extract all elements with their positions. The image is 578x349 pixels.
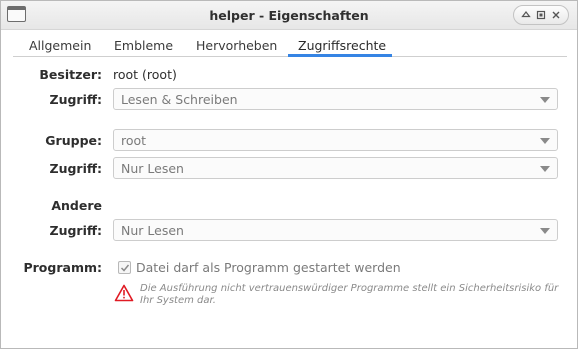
close-icon[interactable]	[549, 8, 563, 22]
chevron-down-icon	[540, 166, 550, 172]
program-checkbox[interactable]	[118, 261, 131, 274]
chevron-down-icon	[540, 97, 550, 103]
chevron-down-icon	[540, 228, 550, 234]
owner-access-label: Zugriff:	[49, 92, 102, 107]
warning-icon	[114, 284, 134, 302]
others-access-label: Zugriff:	[49, 223, 102, 238]
tab-bar: Allgemein Embleme Hervorheben Zugriffsre…	[13, 36, 567, 57]
check-icon	[120, 264, 130, 272]
others-access-value: Nur Lesen	[121, 223, 184, 238]
group-access-combo[interactable]: Nur Lesen	[113, 157, 558, 179]
tab-allgemein[interactable]: Allgemein	[29, 38, 91, 53]
group-value: root	[121, 133, 147, 148]
others-access-combo[interactable]: Nur Lesen	[113, 219, 558, 241]
group-label: Gruppe:	[45, 133, 102, 148]
program-checkbox-label[interactable]: Datei darf als Programm gestartet werden	[136, 260, 401, 275]
chevron-down-icon	[540, 138, 550, 144]
window-controls	[513, 5, 569, 25]
group-combo[interactable]: root	[113, 129, 558, 151]
owner-access-value: Lesen & Schreiben	[121, 92, 238, 107]
group-access-value: Nur Lesen	[121, 161, 184, 176]
group-access-label: Zugriff:	[49, 161, 102, 176]
tab-embleme[interactable]: Embleme	[114, 38, 173, 53]
owner-access-combo[interactable]: Lesen & Schreiben	[113, 88, 558, 110]
program-label: Programm:	[23, 260, 102, 275]
active-tab-indicator	[288, 54, 392, 57]
tab-hervorheben[interactable]: Hervorheben	[196, 38, 277, 53]
up-icon[interactable]	[519, 8, 533, 22]
security-warning-text: Die Ausführung nicht vertrauenswürdiger …	[140, 283, 559, 306]
tab-zugriffsrechte[interactable]: Zugriffsrechte	[298, 38, 386, 53]
titlebar[interactable]: helper - Eigenschaften	[1, 1, 577, 30]
owner-value: root (root)	[113, 67, 177, 82]
window-title: helper - Eigenschaften	[209, 8, 369, 23]
maximize-icon[interactable]	[534, 8, 548, 22]
properties-window: helper - Eigenschaften Allgemein Embleme…	[0, 0, 578, 349]
owner-label: Besitzer:	[39, 67, 102, 82]
others-label: Andere	[51, 198, 102, 213]
